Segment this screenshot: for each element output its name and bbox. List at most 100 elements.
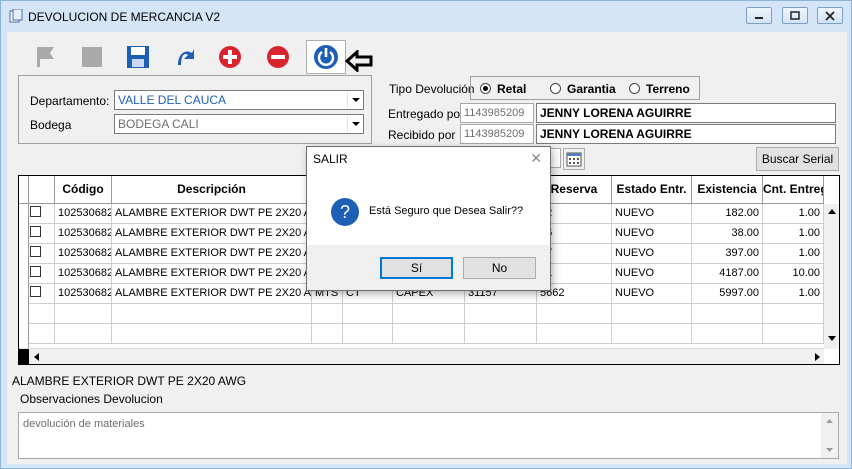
cell-existencia: 4187.00 <box>692 264 763 284</box>
cell-c1 <box>343 324 393 344</box>
cell-c2 <box>393 304 465 324</box>
undo-button[interactable] <box>167 41 201 73</box>
observaciones-textarea[interactable]: devolución de materiales <box>18 412 839 459</box>
cell-cnt: 1.00 <box>763 204 824 224</box>
cell-desc <box>112 304 312 324</box>
dialog-message: Está Seguro que Desea Salir?? <box>369 205 524 217</box>
cell-estado: NUEVO <box>612 244 692 264</box>
save-button[interactable] <box>121 41 155 73</box>
recibido-label: Recibido por <box>388 128 456 142</box>
entregado-id-field[interactable]: 1143985209 <box>460 103 534 123</box>
cell-existencia: 38.00 <box>692 224 763 244</box>
cell-desc: ALAMBRE EXTERIOR DWT PE 2X20 AWG <box>112 224 312 244</box>
tipo-devolucion-label: Tipo Devolución <box>389 82 475 96</box>
cell-codigo: 102530682 <box>55 224 112 244</box>
grid-corner <box>19 176 29 204</box>
exit-confirm-dialog: SALIR ✕ ? Está Seguro que Desea Salir?? … <box>306 146 551 291</box>
scroll-right-icon <box>815 353 820 361</box>
textarea-scrollbar[interactable] <box>821 413 838 458</box>
pointer-arrow-icon <box>345 50 373 72</box>
radio-terreno[interactable]: Terreno <box>629 82 690 98</box>
grid-header-codigo[interactable]: Código <box>55 176 112 204</box>
row-checkbox[interactable] <box>30 206 41 217</box>
vertical-scrollbar[interactable] <box>824 204 839 349</box>
recibido-id-field[interactable]: 1143985209 <box>460 124 534 144</box>
selected-description: ALAMBRE EXTERIOR DWT PE 2X20 AWG <box>12 374 247 388</box>
chevron-down-icon <box>347 116 362 132</box>
grid-header-cnt-entrega[interactable]: Cnt. Entrega <box>763 176 824 204</box>
grid-header-estado[interactable]: Estado Entr. <box>612 176 692 204</box>
no-button[interactable]: No <box>463 257 536 279</box>
grid-header-existencia[interactable]: Existencia <box>692 176 763 204</box>
entregado-label: Entregado por <box>388 107 465 121</box>
bodega-value: BODEGA CALI <box>118 117 199 131</box>
grid-header-descripcion[interactable]: Descripción <box>112 176 312 204</box>
cell-estado: NUEVO <box>612 264 692 284</box>
row-header-corner <box>19 349 29 364</box>
cell-cnt: 1.00 <box>763 244 824 264</box>
yes-button[interactable]: Sí <box>380 257 453 279</box>
maximize-icon <box>790 11 800 20</box>
cell-existencia: 5997.00 <box>692 284 763 304</box>
cell-estado <box>612 324 692 344</box>
cell-codigo <box>55 304 112 324</box>
radio-garantia-label: Garantia <box>567 82 616 96</box>
row-checkbox-cell <box>29 324 55 344</box>
new-document-button[interactable] <box>29 41 63 73</box>
cell-desc <box>112 324 312 344</box>
radio-garantia[interactable]: Garantia <box>550 82 616 98</box>
row-checkbox[interactable] <box>30 246 41 257</box>
blank-button[interactable] <box>75 41 109 73</box>
cell-existencia <box>692 304 763 324</box>
grid-header-check <box>29 176 55 204</box>
cell-desc: ALAMBRE EXTERIOR DWT PE 2X20 AWG <box>112 244 312 264</box>
row-checkbox[interactable] <box>30 226 41 237</box>
row-checkbox-cell <box>29 264 55 284</box>
bodega-select[interactable]: BODEGA CALI <box>114 114 364 134</box>
departamento-label: Departamento: <box>30 94 110 108</box>
row-indicator-column <box>19 204 29 349</box>
cell-estado: NUEVO <box>612 204 692 224</box>
plus-icon <box>219 46 241 68</box>
cell-estado: NUEVO <box>612 284 692 304</box>
minimize-icon <box>755 17 763 19</box>
row-checkbox[interactable] <box>30 286 41 297</box>
svg-text:?: ? <box>340 202 350 222</box>
cell-existencia: 397.00 <box>692 244 763 264</box>
cell-codigo: 102530682 <box>55 244 112 264</box>
calendar-button[interactable] <box>563 148 585 170</box>
minimize-button[interactable] <box>746 7 772 24</box>
exit-button[interactable] <box>306 40 346 74</box>
maximize-button[interactable] <box>782 7 808 24</box>
cell-cnt: 1.00 <box>763 284 824 304</box>
cell-c2 <box>393 324 465 344</box>
recibido-name-field[interactable]: JENNY LORENA AGUIRRE <box>536 124 836 144</box>
main-window: DEVOLUCION DE MERCANCIA V2 Departamento:… <box>0 0 852 469</box>
add-button[interactable] <box>213 41 247 73</box>
radio-retal[interactable]: Retal <box>480 82 526 98</box>
buscar-serial-button[interactable]: Buscar Serial <box>756 147 839 171</box>
cell-codigo: 102530682 <box>55 284 112 304</box>
entregado-name-field[interactable]: JENNY LORENA AGUIRRE <box>536 103 836 123</box>
horizontal-scrollbar[interactable] <box>19 348 824 364</box>
cell-c1 <box>343 304 393 324</box>
power-icon <box>314 45 338 69</box>
dialog-title: SALIR <box>313 152 348 166</box>
remove-button[interactable] <box>261 41 295 73</box>
cell-estado: NUEVO <box>612 224 692 244</box>
calendar-icon <box>566 152 582 167</box>
dialog-close-icon[interactable]: ✕ <box>530 150 542 167</box>
departamento-select[interactable]: VALLE DEL CAUCA <box>114 90 364 110</box>
bodega-label: Bodega <box>30 118 72 132</box>
row-checkbox[interactable] <box>30 266 41 277</box>
cell-desc: ALAMBRE EXTERIOR DWT PE 2X20 AWG <box>112 264 312 284</box>
row-checkbox-cell <box>29 204 55 224</box>
radio-dot <box>629 83 640 94</box>
departamento-value: VALLE DEL CAUCA <box>118 93 227 107</box>
observaciones-value: devolución de materiales <box>23 418 145 430</box>
observaciones-label: Observaciones Devolucion <box>20 392 163 406</box>
scroll-arrows-icon <box>826 419 833 452</box>
undo-icon <box>178 49 194 65</box>
close-button[interactable] <box>817 7 843 24</box>
cell-reserva <box>537 304 612 324</box>
